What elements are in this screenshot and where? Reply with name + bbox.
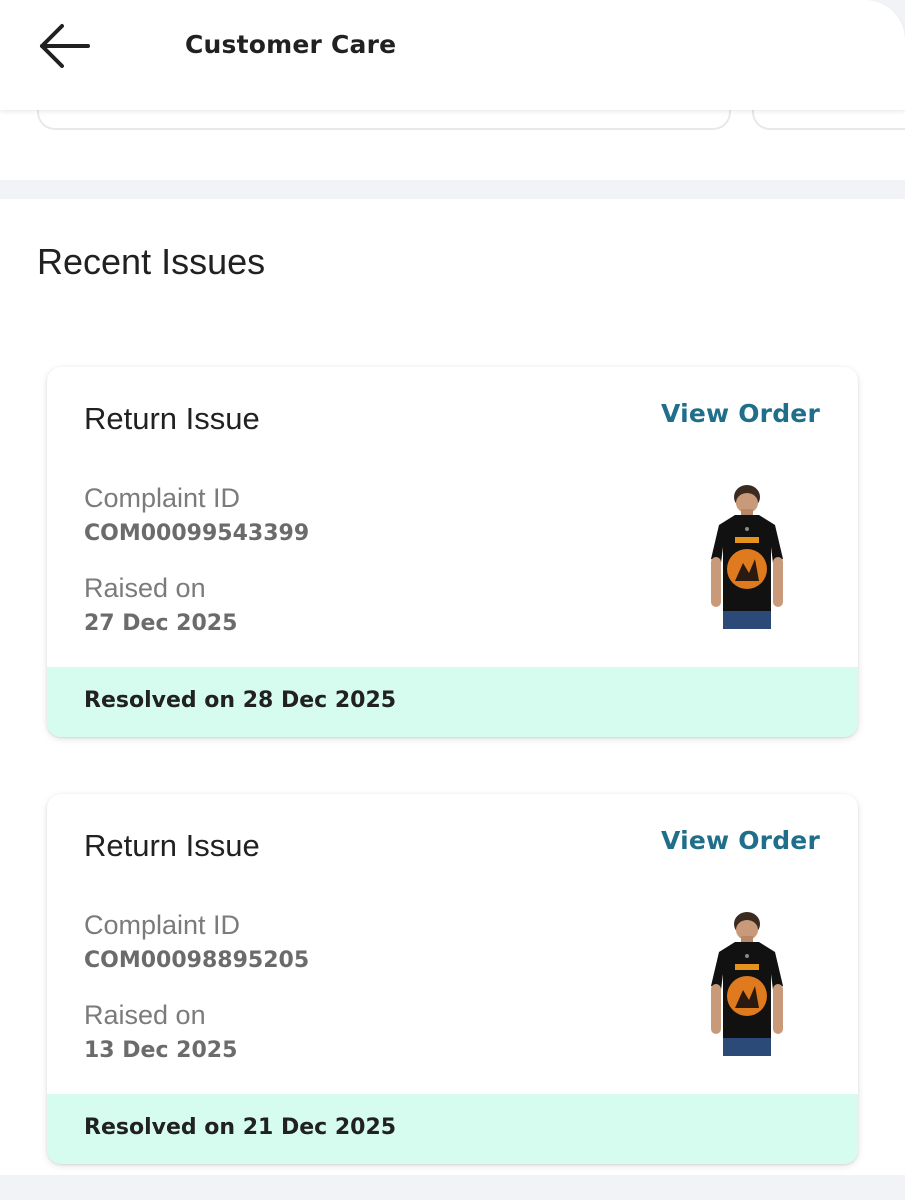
raised-on-label: Raised on [84,573,206,603]
resolution-status-bar: Resolved on 28 Dec 2025 [47,667,858,737]
resolved-status-text: Resolved on 21 Dec 2025 [84,1115,397,1140]
recent-issues-section: Recent Issues Return Issue View Order Co… [0,199,905,1175]
view-order-link[interactable]: View Order [661,399,820,428]
issue-card[interactable]: Return Issue View Order Complaint ID COM… [47,794,858,1164]
resolution-status-bar: Resolved on 21 Dec 2025 [47,1094,858,1164]
issue-card[interactable]: Return Issue View Order Complaint ID COM… [47,367,858,737]
complaint-id-label: Complaint ID [84,910,241,940]
arrow-left-icon [40,24,90,68]
customer-care-screen: Customer Care Recent Issues Return Issue… [0,0,905,1200]
view-order-link[interactable]: View Order [661,826,820,855]
back-button[interactable] [36,22,94,70]
raised-on-value: 27 Dec 2025 [84,611,238,636]
tshirt-product-image [711,912,783,1056]
resolved-status-text: Resolved on 28 Dec 2025 [84,688,397,713]
page-title: Customer Care [185,30,397,59]
top-options-section [0,80,905,180]
raised-on-value: 13 Dec 2025 [84,1038,238,1063]
tshirt-product-image [711,485,783,629]
app-header: Customer Care [0,0,905,110]
section-title: Recent Issues [37,241,266,282]
product-thumbnail [697,485,797,631]
raised-on-label: Raised on [84,1000,206,1030]
issue-type: Return Issue [84,401,260,436]
complaint-id-value: COM00099543399 [84,521,310,546]
product-thumbnail [697,912,797,1058]
issue-type: Return Issue [84,828,260,863]
complaint-id-label: Complaint ID [84,483,241,513]
complaint-id-value: COM00098895205 [84,948,310,973]
